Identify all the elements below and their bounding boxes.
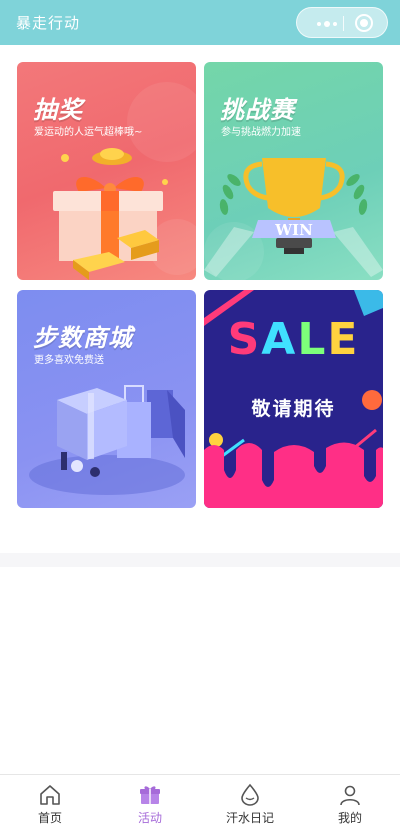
nav-header: 暴走行动 — [0, 0, 400, 45]
page-title: 暴走行动 — [16, 14, 81, 32]
sale-letter: E — [327, 314, 360, 365]
target-close-icon[interactable] — [355, 14, 373, 32]
more-dots-icon[interactable] — [317, 21, 337, 27]
mini-program-capsule — [296, 7, 388, 38]
coming-soon-text: 敬请期待 — [251, 398, 336, 420]
sale-title: SALE — [204, 314, 383, 365]
card-subtitle: 参与挑战燃力加速 — [221, 127, 301, 138]
app-root: 暴走行动 抽奖 爱运动的人运气超棒哦~ WIN 挑战赛 参与挑战燃力加速 步数商… — [0, 0, 400, 829]
tab-label: 活动 — [137, 811, 162, 825]
tab-profile[interactable]: 我的 — [300, 775, 400, 829]
tab-activity[interactable]: 活动 — [100, 775, 200, 829]
card-sale-coming-soon[interactable]: SALE 敬请期待 — [204, 290, 383, 508]
water-drop-icon — [241, 783, 259, 806]
sale-letter: S — [227, 314, 262, 365]
home-icon — [40, 785, 60, 805]
sale-letter: L — [297, 314, 328, 365]
card-subtitle: 更多喜欢免费送 — [34, 355, 104, 366]
card-lottery[interactable]: 抽奖 爱运动的人运气超棒哦~ — [17, 62, 196, 280]
tab-sweat-diary[interactable]: 汗水日记 — [200, 775, 300, 829]
card-title: 挑战赛 — [220, 96, 295, 124]
card-title: 步数商城 — [33, 324, 133, 352]
tab-label: 首页 — [37, 811, 62, 825]
tab-home[interactable]: 首页 — [0, 775, 100, 829]
tab-label: 汗水日记 — [225, 811, 274, 825]
card-step-mall[interactable]: 步数商城 更多喜欢免费送 — [17, 290, 196, 508]
content-divider — [0, 553, 400, 567]
gift-icon — [140, 786, 160, 804]
user-icon — [340, 785, 360, 806]
capsule-divider — [343, 16, 344, 31]
card-subtitle: 爱运动的人运气超棒哦~ — [34, 127, 143, 138]
card-title: 抽奖 — [33, 96, 83, 124]
bottom-tab-bar: 首页 活动 汗水日记 我的 — [0, 774, 400, 829]
win-badge-text: WIN — [274, 221, 313, 239]
sale-letter: A — [261, 314, 298, 365]
card-challenge[interactable]: WIN 挑战赛 参与挑战燃力加速 — [204, 62, 383, 280]
tab-label: 我的 — [337, 811, 362, 825]
